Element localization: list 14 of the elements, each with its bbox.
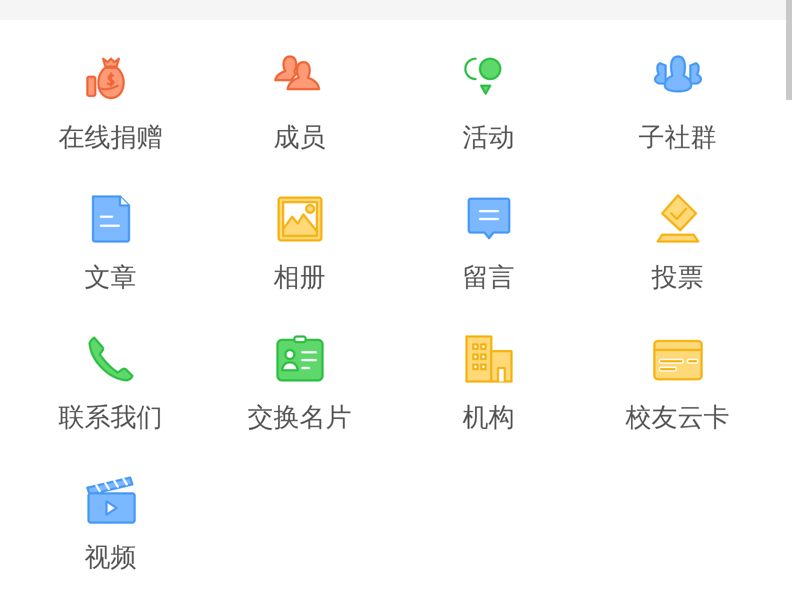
tile-label[interactable]: 投票 xyxy=(652,262,704,294)
tile-label[interactable]: 成员 xyxy=(274,122,326,154)
tile-label[interactable]: 文章 xyxy=(84,262,136,294)
tile-label[interactable]: 联系我们 xyxy=(58,402,162,434)
tile-label[interactable]: 活动 xyxy=(462,122,514,154)
tile-label[interactable]: 子社群 xyxy=(638,122,716,154)
tile-label[interactable]: 留言 xyxy=(462,262,514,294)
tile-label[interactable]: 在线捐赠 xyxy=(58,122,162,154)
scrollbar-thumb[interactable] xyxy=(786,0,792,100)
tile-label[interactable]: 相册 xyxy=(274,262,326,294)
tile-label[interactable]: 交换名片 xyxy=(248,402,352,434)
tile-label[interactable]: 视频 xyxy=(84,542,136,574)
tile-label[interactable]: 校友云卡 xyxy=(626,402,730,434)
tile-label[interactable]: 机构 xyxy=(462,402,514,434)
